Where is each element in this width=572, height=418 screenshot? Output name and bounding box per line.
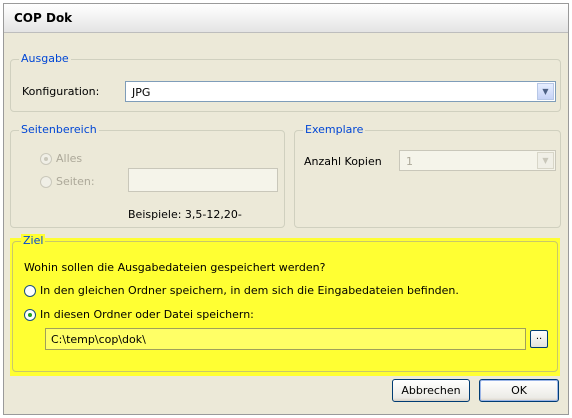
exemplare-legend: Exemplare [303, 123, 366, 136]
title-bar[interactable]: COP Dok [4, 4, 568, 33]
browse-button[interactable]: .. [530, 330, 548, 348]
ziel-question: Wohin sollen die Ausgabedateien gespeich… [24, 261, 326, 274]
beispiele-hint: Beispiele: 3,5-12,20- [128, 208, 242, 221]
ziel-highlight: Ziel Wohin sollen die Ausgabedateien ges… [10, 234, 560, 376]
chevron-down-icon[interactable]: ▼ [537, 83, 554, 100]
anzahl-kopien-select[interactable]: 1 ▼ [399, 150, 556, 171]
ausgabe-legend: Ausgabe [19, 52, 71, 65]
radio-diesen-ordner[interactable] [24, 309, 36, 321]
radio-alles[interactable] [40, 153, 52, 165]
konfiguration-value: JPG [132, 86, 151, 99]
radio-gleicher-ordner[interactable] [24, 285, 36, 297]
radio-seiten[interactable] [40, 176, 52, 188]
konfiguration-label: Konfiguration: [22, 85, 100, 98]
window-title: COP Dok [14, 11, 73, 25]
alles-label: Alles [56, 152, 83, 165]
seitenbereich-legend: Seitenbereich [19, 123, 99, 136]
seiten-label: Seiten: [56, 175, 95, 188]
abbrechen-button[interactable]: Abbrechen [392, 379, 470, 402]
anzahl-kopien-value: 1 [406, 155, 413, 168]
exemplare-group: Exemplare [294, 123, 561, 228]
ok-button[interactable]: OK [479, 379, 559, 402]
seiten-input[interactable] [128, 168, 278, 192]
option-diesen-ordner-label[interactable]: In diesen Ordner oder Datei speichern: [40, 308, 254, 321]
ziel-legend: Ziel [21, 234, 46, 247]
ausgabe-pfad-value: C:\temp\cop\dok\ [51, 333, 146, 346]
konfiguration-select[interactable]: JPG ▼ [125, 81, 556, 102]
anzahl-kopien-label: Anzahl Kopien [304, 155, 382, 168]
cop-dok-dialog: COP Dok Ausgabe Konfiguration: JPG ▼ Sei… [3, 3, 569, 415]
option-gleicher-ordner-label[interactable]: In den gleichen Ordner speichern, in dem… [40, 284, 459, 297]
chevron-down-icon[interactable]: ▼ [537, 152, 554, 169]
ausgabe-pfad-input[interactable]: C:\temp\cop\dok\ [45, 328, 526, 350]
